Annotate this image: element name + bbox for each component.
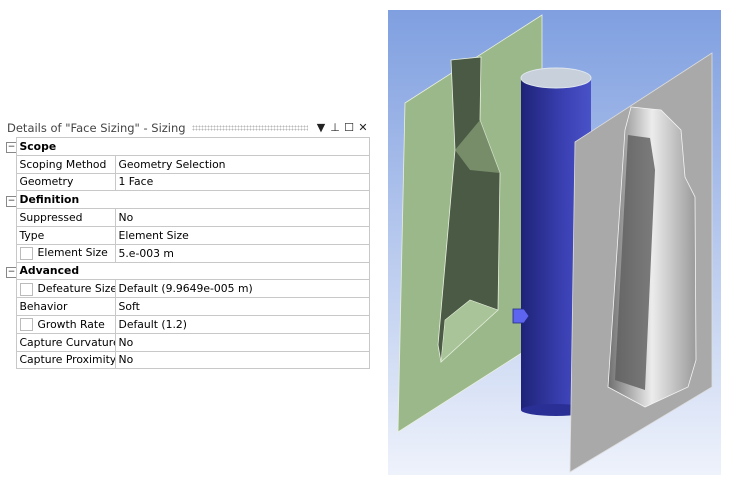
property-value[interactable]: Default (9.9649e-005 m) — [114, 279, 370, 299]
details-table: − Scope Scoping Method Geometry Selectio… — [4, 137, 370, 370]
collapse-toggle[interactable]: − — [4, 191, 16, 209]
group-advanced: − Advanced — [4, 261, 370, 281]
group-header: Scope — [15, 137, 370, 156]
drag-grip[interactable] — [191, 124, 308, 131]
minus-icon[interactable]: − — [6, 142, 16, 154]
details-panel-header: Details of "Face Sizing" - Sizing ▼ ⊥ ☐ … — [4, 118, 370, 137]
minus-icon[interactable]: − — [6, 266, 16, 278]
property-value[interactable]: Element Size — [114, 225, 370, 245]
group-header: Definition — [15, 190, 370, 210]
collapse-toggle[interactable]: − — [4, 138, 16, 156]
property-row-behavior[interactable]: Behavior Soft — [4, 297, 370, 316]
group-scope: − Scope — [4, 137, 370, 156]
property-value[interactable]: No — [114, 350, 370, 370]
property-row-element-size[interactable]: Element Size 5.e-003 m — [4, 243, 370, 263]
property-value[interactable]: No — [114, 332, 370, 352]
property-row-type[interactable]: Type Element Size — [4, 225, 370, 245]
group-header: Advanced — [15, 261, 370, 281]
property-row-capture-curvature[interactable]: Capture Curvature No — [4, 332, 370, 352]
property-label: Type — [15, 225, 116, 245]
property-label: Defeature Size — [15, 279, 116, 299]
3d-viewport[interactable] — [388, 10, 721, 475]
property-label: Capture Proximity — [15, 350, 116, 370]
dropdown-arrow-icon[interactable]: ▼ — [314, 121, 328, 134]
minus-icon[interactable]: − — [6, 195, 16, 207]
property-label: Element Size — [15, 243, 116, 263]
property-row-scoping-method[interactable]: Scoping Method Geometry Selection — [4, 154, 370, 174]
details-panel-title: Details of "Face Sizing" - Sizing — [7, 120, 186, 135]
property-row-defeature-size[interactable]: Defeature Size Default (9.9649e-005 m) — [4, 279, 370, 299]
parameter-checkbox[interactable] — [19, 318, 33, 332]
property-value[interactable]: Geometry Selection — [114, 154, 370, 174]
collapse-toggle[interactable]: − — [4, 262, 16, 280]
maximize-icon[interactable]: ☐ — [342, 121, 356, 134]
property-value[interactable]: Soft — [114, 297, 370, 316]
property-value[interactable]: 1 Face — [114, 172, 370, 192]
property-row-growth-rate[interactable]: Growth Rate Default (1.2) — [4, 314, 370, 334]
pin-icon[interactable]: ⊥ — [328, 121, 342, 134]
property-label: Geometry — [15, 172, 116, 192]
property-label: Capture Curvature — [15, 332, 116, 352]
property-row-geometry[interactable]: Geometry 1 Face — [4, 172, 370, 192]
parameter-checkbox[interactable] — [19, 282, 33, 296]
property-label: Growth Rate — [15, 314, 116, 334]
parameter-checkbox[interactable] — [19, 246, 33, 260]
details-panel: Details of "Face Sizing" - Sizing ▼ ⊥ ☐ … — [4, 118, 370, 370]
group-definition: − Definition — [4, 190, 370, 210]
property-label: Behavior — [15, 297, 116, 316]
property-value[interactable]: No — [114, 208, 370, 227]
property-row-suppressed[interactable]: Suppressed No — [4, 208, 370, 227]
property-label: Suppressed — [15, 208, 116, 227]
close-icon[interactable]: ✕ — [356, 121, 370, 134]
property-value[interactable]: Default (1.2) — [114, 314, 370, 334]
property-value[interactable]: 5.e-003 m — [114, 243, 370, 263]
property-row-capture-proximity[interactable]: Capture Proximity No — [4, 350, 370, 370]
property-label: Scoping Method — [15, 154, 116, 174]
